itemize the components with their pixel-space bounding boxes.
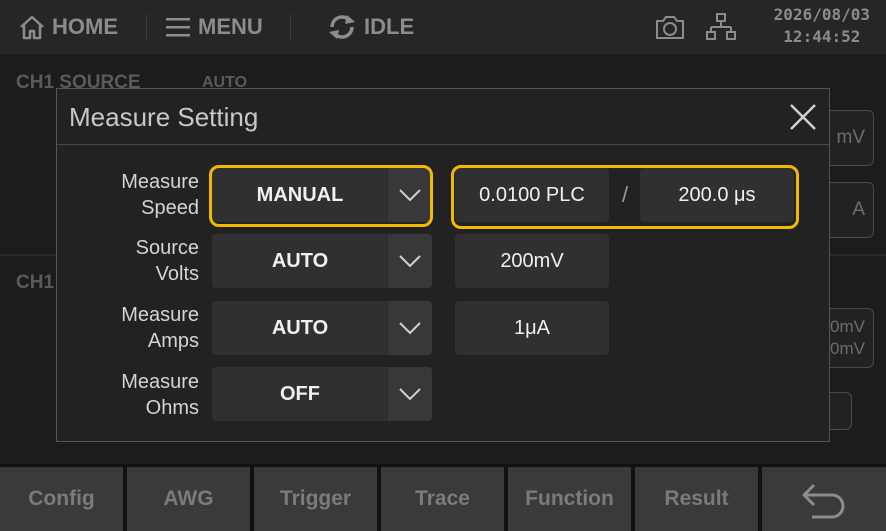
measure-ohms-select[interactable]: OFF bbox=[212, 367, 432, 421]
chevron-down-icon bbox=[399, 255, 421, 268]
home-button[interactable]: HOME bbox=[18, 0, 118, 54]
label-line: Amps bbox=[147, 330, 199, 352]
date-text: 2026/08/03 bbox=[773, 5, 870, 24]
background-value-text: mV bbox=[836, 127, 866, 148]
measure-amps-label: Measure Amps bbox=[57, 302, 199, 354]
aperture-time-field[interactable]: 200.0 μs bbox=[640, 168, 794, 222]
status-label: IDLE bbox=[364, 14, 415, 39]
back-arrow-icon bbox=[802, 483, 845, 519]
dropdown-button[interactable] bbox=[387, 168, 432, 222]
instrument-screen: HOME MENU IDLE 2026/08/03 12:44:52 CH1 S… bbox=[0, 0, 886, 531]
label-line: Volts bbox=[155, 263, 199, 285]
label-line: Measure bbox=[121, 371, 199, 393]
dropdown-button[interactable] bbox=[387, 367, 432, 421]
dialog-header: Measure Setting bbox=[57, 89, 829, 145]
label-line: Measure bbox=[121, 171, 199, 193]
home-icon bbox=[20, 15, 44, 40]
measure-amps-select[interactable]: AUTO bbox=[212, 301, 432, 355]
softkey-trigger[interactable]: Trigger bbox=[254, 467, 377, 531]
background-value-text: A bbox=[852, 199, 865, 220]
label-line: Ohms bbox=[145, 397, 199, 419]
datetime-display: 2026/08/03 12:44:52 bbox=[774, 4, 870, 48]
label-line: Source bbox=[135, 237, 199, 259]
source-volts-select[interactable]: AUTO bbox=[212, 234, 432, 288]
chevron-down-icon bbox=[399, 388, 421, 401]
refresh-cycle-icon bbox=[329, 15, 355, 39]
ch1-label: CH1 bbox=[16, 272, 55, 293]
measure-speed-label: Measure Speed bbox=[57, 169, 199, 221]
background-value-text: 0mV bbox=[830, 339, 865, 358]
measure-amps-range-field[interactable]: 1μA bbox=[455, 301, 609, 355]
hamburger-menu-icon bbox=[166, 18, 190, 37]
measure-speed-select[interactable]: MANUAL bbox=[212, 168, 432, 222]
topbar-divider bbox=[146, 14, 147, 40]
dropdown-button[interactable] bbox=[387, 301, 432, 355]
topbar-divider bbox=[290, 14, 291, 40]
softkey-function[interactable]: Function bbox=[508, 467, 631, 531]
bottom-softkey-bar: Config AWG Trigger Trace Function Result bbox=[0, 464, 886, 531]
select-value: AUTO bbox=[271, 249, 329, 272]
background-value-text: 0mV bbox=[830, 317, 865, 336]
softkey-awg[interactable]: AWG bbox=[127, 467, 250, 531]
source-volts-label: Source Volts bbox=[57, 235, 199, 287]
nplc-value-field[interactable]: 0.0100 PLC bbox=[455, 168, 609, 222]
dropdown-button[interactable] bbox=[387, 234, 432, 288]
label-line: Measure bbox=[121, 304, 199, 326]
softkey-trace[interactable]: Trace bbox=[381, 467, 504, 531]
home-label: HOME bbox=[52, 14, 118, 39]
time-text: 12:44:52 bbox=[783, 27, 861, 46]
select-value: AUTO bbox=[271, 316, 329, 339]
dialog-title: Measure Setting bbox=[69, 102, 259, 132]
chevron-down-icon bbox=[399, 189, 421, 202]
chevron-down-icon bbox=[399, 322, 421, 335]
network-icon bbox=[706, 13, 736, 40]
measure-setting-dialog: Measure Setting Measure Speed MANUAL 0.0… bbox=[56, 88, 830, 442]
softkey-config[interactable]: Config bbox=[0, 467, 123, 531]
menu-button[interactable]: MENU bbox=[164, 0, 263, 54]
source-volts-range-field[interactable]: 200mV bbox=[455, 234, 609, 288]
camera-icon[interactable] bbox=[654, 13, 686, 41]
close-icon[interactable] bbox=[787, 101, 819, 133]
measure-ohms-label: Measure Ohms bbox=[57, 369, 199, 421]
select-value: MANUAL bbox=[256, 183, 344, 206]
label-line: Speed bbox=[141, 197, 199, 219]
back-button[interactable] bbox=[762, 467, 886, 531]
softkey-result[interactable]: Result bbox=[635, 467, 758, 531]
run-status-indicator[interactable]: IDLE bbox=[326, 0, 414, 54]
menu-label: MENU bbox=[198, 14, 263, 39]
select-value: OFF bbox=[280, 382, 320, 405]
top-status-bar: HOME MENU IDLE 2026/08/03 12:44:52 bbox=[0, 0, 886, 54]
value-separator: / bbox=[622, 182, 629, 207]
